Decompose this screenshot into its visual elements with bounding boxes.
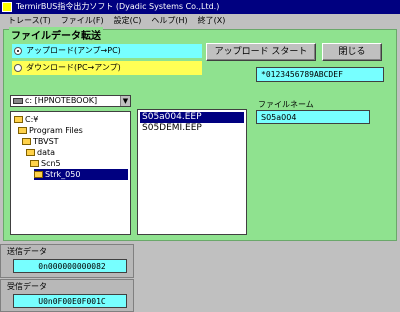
file-list[interactable]: S05a004.EEP S05DEMI.EEP bbox=[137, 109, 247, 235]
receive-data-value: U0n0F00E0F001C bbox=[13, 294, 127, 308]
tree-item-root[interactable]: C:¥ bbox=[14, 114, 38, 125]
tree-item-program-files[interactable]: Program Files bbox=[18, 125, 83, 136]
folder-icon bbox=[26, 149, 35, 156]
download-radio[interactable]: ダウンロード(PC→アンプ) bbox=[12, 61, 202, 75]
folder-icon bbox=[22, 138, 31, 145]
app-window: TermirBUS指令出力ソフト (Dyadic Systems Co.,Ltd… bbox=[0, 0, 400, 312]
download-radio-label: ダウンロード(PC→アンプ) bbox=[26, 63, 121, 72]
menu-settings[interactable]: 設定(C) bbox=[114, 14, 142, 27]
window-title: TermirBUS指令出力ソフト (Dyadic Systems Co.,Ltd… bbox=[16, 2, 220, 11]
app-icon bbox=[2, 2, 12, 12]
drive-value: c: [HPNOTEBOOK] bbox=[25, 96, 98, 105]
menu-file[interactable]: ファイル(F) bbox=[61, 14, 104, 27]
folder-icon bbox=[14, 116, 23, 123]
upload-start-button[interactable]: アップロード スタート bbox=[206, 43, 316, 61]
filename-field[interactable]: S05a004 bbox=[256, 110, 370, 124]
tree-item-data[interactable]: data bbox=[26, 147, 55, 158]
transfer-group-label: ファイルデータ転送 bbox=[9, 27, 103, 42]
file-item[interactable]: S05DEMI.EEP bbox=[140, 123, 244, 134]
tree-item-strk-050[interactable]: Strk_050 bbox=[34, 169, 128, 180]
send-panel: 送信データ 0n000000000082 bbox=[0, 244, 134, 278]
receive-panel: 受信データ U0n0F00E0F001C bbox=[0, 279, 134, 312]
send-data-value: 0n000000000082 bbox=[13, 259, 127, 273]
drive-icon bbox=[13, 98, 23, 104]
close-button[interactable]: 閉じる bbox=[322, 43, 382, 61]
radio-unselected-icon bbox=[14, 64, 22, 72]
menu-help[interactable]: ヘルプ(H) bbox=[151, 14, 187, 27]
drive-select[interactable]: c: [HPNOTEBOOK] ▼ bbox=[10, 95, 131, 107]
hex-display: *0123456789ABCDEF bbox=[256, 67, 384, 82]
upload-radio-label: アップロード(アンプ→PC) bbox=[26, 46, 121, 55]
tree-item-scn5[interactable]: Scn5 bbox=[30, 158, 61, 169]
folder-tree[interactable]: C:¥ Program Files TBVST data Scn5 Strk_0… bbox=[10, 111, 131, 235]
upload-radio[interactable]: アップロード(アンプ→PC) bbox=[12, 44, 202, 58]
folder-open-icon bbox=[34, 171, 43, 178]
file-item[interactable]: S05a004.EEP bbox=[140, 112, 244, 123]
title-bar: TermirBUS指令出力ソフト (Dyadic Systems Co.,Ltd… bbox=[0, 0, 400, 14]
folder-icon bbox=[30, 160, 39, 167]
send-label: 送信データ bbox=[7, 247, 47, 256]
filename-label: ファイルネーム bbox=[258, 100, 314, 109]
tree-item-tbvst[interactable]: TBVST bbox=[22, 136, 59, 147]
menu-bar: トレース(T) ファイル(F) 設定(C) ヘルプ(H) 終了(X) bbox=[0, 14, 400, 27]
folder-icon bbox=[18, 127, 27, 134]
menu-exit[interactable]: 終了(X) bbox=[198, 14, 226, 27]
radio-selected-icon bbox=[14, 47, 22, 55]
menu-trace[interactable]: トレース(T) bbox=[8, 14, 51, 27]
receive-label: 受信データ bbox=[7, 282, 47, 291]
chevron-down-icon[interactable]: ▼ bbox=[120, 96, 130, 106]
